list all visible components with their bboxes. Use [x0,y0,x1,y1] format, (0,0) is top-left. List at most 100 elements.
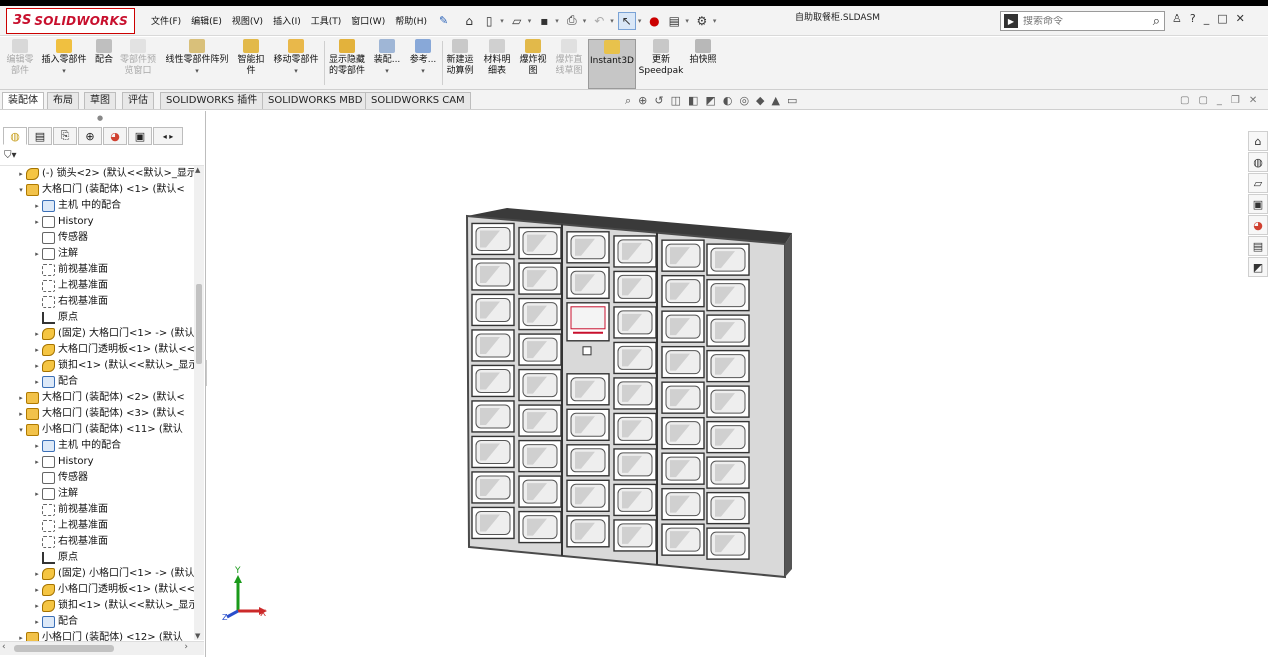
select-dropdown-icon[interactable]: ▾ [638,17,642,25]
edit-component-button[interactable]: 编辑零 部件 [4,39,36,89]
assembly-features-dropdown-icon[interactable]: ▾ [385,66,389,77]
explode-line-sketch-button[interactable]: 爆炸直 线草图 [552,39,586,89]
viewport-minimize-icon[interactable]: _ [1217,95,1222,106]
tree-item[interactable]: ▾ 大格口门 (装配体) <1> (默认< [16,182,185,198]
cabinet-model[interactable]: Y X Z [207,111,1268,657]
tab-layout[interactable]: 布局 [47,92,79,109]
select-cursor-icon[interactable]: ↖ [617,11,636,30]
tab-mbd[interactable]: SOLIDWORKS MBD [262,92,369,109]
tree-item[interactable]: 前视基准面 [32,502,108,518]
previous-view-icon[interactable]: ↺ [654,94,663,108]
minimize-icon[interactable]: _ [1204,12,1210,25]
tree-item[interactable]: 右视基准面 [32,534,108,550]
new-file-icon[interactable]: ▯ [480,12,498,30]
expand-arrow-icon[interactable]: ▸ [32,614,42,630]
move-component-button[interactable]: 移动零部件 ▾ [270,39,322,89]
tree-item[interactable]: 上视基准面 [32,278,108,294]
exploded-view-button[interactable]: 爆炸视 图 [517,39,549,89]
zoom-to-fit-icon[interactable]: ⌕ [625,94,631,108]
account-icon[interactable]: ♙ [1172,12,1182,25]
tree-item[interactable]: ▸ (固定) 大格口门<1> -> (默认 [32,326,194,342]
tree-item[interactable]: ▾ 小格口门 (装配体) <11> (默认 [16,422,183,438]
show-hidden-components-button[interactable]: 显示隐藏 的零部件 [326,39,368,89]
viewport-restore-icon[interactable]: ❐ [1231,95,1240,106]
print-icon[interactable]: ⎙ [563,12,581,30]
view-settings-icon[interactable]: ▭ [787,94,797,108]
tree-item[interactable]: ▸ 配合 [32,374,78,390]
file-explorer-icon[interactable]: ▱ [1248,173,1268,193]
solidworks-logo[interactable]: 3S SOLIDWORKS [6,7,135,34]
tree-filter-row[interactable]: ⛉▾ [0,148,204,166]
collapse-arrow-icon[interactable]: ▾ [16,182,26,198]
display-style-icon[interactable]: ◐ [723,94,733,108]
expand-arrow-icon[interactable]: ▸ [16,406,26,422]
pin-icon[interactable]: ✎ [439,14,448,27]
tree-item[interactable]: ▸ 锁扣<1> (默认<<默认>_显示 [32,358,198,374]
close-icon[interactable]: ✕ [1236,12,1245,25]
expand-arrow-icon[interactable]: ▸ [32,582,42,598]
tab-addins[interactable]: SOLIDWORKS 插件 [160,92,264,109]
linear-pattern-button[interactable]: 线性零部件阵列 ▾ [162,39,232,89]
menu-file[interactable]: 文件(F) [151,14,181,27]
solidworks-resources-icon[interactable]: ⌂ [1248,131,1268,151]
viewport-tile-icon[interactable]: ▢ [1180,95,1189,106]
tree-vertical-scrollbar[interactable]: ▲ ▼ [194,166,204,640]
expand-arrow-icon[interactable]: ▸ [32,198,42,214]
graphics-area[interactable]: Y X Z [207,111,1268,657]
tree-item[interactable]: 右视基准面 [32,294,108,310]
component-preview-button[interactable]: 零部件预 览窗口 [118,39,158,89]
print-dropdown-icon[interactable]: ▾ [583,17,587,25]
scene-icon[interactable]: ▲ [772,94,780,108]
tree-item[interactable]: ▸ 大格口门 (装配体) <2> (默认< [16,390,185,406]
tree-item[interactable]: ▸ 注解 [32,246,78,262]
propertymanager-tab-icon[interactable]: ▤ [28,127,52,145]
traffic-light-icon[interactable]: ● [645,12,663,30]
hscroll-thumb[interactable] [14,645,114,652]
new-motion-study-button[interactable]: 新建运 动算例 [444,39,476,89]
viewport-split-icon[interactable]: ▢ [1198,95,1207,106]
scroll-left-icon[interactable]: ‹ [2,642,6,652]
bill-of-materials-button[interactable]: 材料明 细表 [480,39,514,89]
reference-geometry-dropdown-icon[interactable]: ▾ [421,66,425,77]
insert-component-dropdown-icon[interactable]: ▾ [62,66,66,77]
view-orientation-icon[interactable]: ◩ [705,94,715,108]
dynamic-annotation-icon[interactable]: ◧ [688,94,698,108]
help-icon[interactable]: ? [1190,12,1196,25]
expand-arrow-icon[interactable]: ▸ [32,358,42,374]
tree-item[interactable]: ▸ (-) 锁头<2> (默认<<默认>_显示 [16,166,197,182]
tree-item[interactable]: ▸ 注解 [32,486,78,502]
tree-item[interactable]: ▸ (固定) 小格口门<1> -> (默认 [32,566,194,582]
menu-edit[interactable]: 编辑(E) [191,14,222,27]
filter-icon[interactable]: ⛉▾ [4,150,17,161]
viewport-close-icon[interactable]: ✕ [1249,95,1257,106]
appearances-icon[interactable]: ◕ [1248,215,1268,235]
tree-item[interactable]: 传感器 [32,230,88,246]
mate-button[interactable]: 配合 [92,39,116,89]
tree-item[interactable]: ▸ 主机 中的配合 [32,438,121,454]
search-icon[interactable]: ⌕ [1153,14,1160,29]
insert-component-button[interactable]: 插入零部件 ▾ [38,39,90,89]
expand-arrow-icon[interactable]: ▸ [32,326,42,342]
forum-icon[interactable]: ◩ [1248,257,1268,277]
menu-window[interactable]: 窗口(W) [351,14,385,27]
maximize-icon[interactable]: □ [1217,12,1227,25]
save-icon[interactable]: ▪ [535,12,553,30]
tree-item[interactable]: ▸ 大格口门透明板<1> (默认<< [32,342,195,358]
design-library-icon[interactable]: ◍ [1248,152,1268,172]
panel-splitter-icon[interactable]: ● [97,114,103,122]
tree-item[interactable]: ▸ 锁扣<1> (默认<<默认>_显示 [32,598,198,614]
scroll-thumb[interactable] [196,284,202,364]
more-tabs-icon[interactable]: ◂ ▸ [153,127,183,145]
tree-item[interactable]: ▸ 主机 中的配合 [32,198,121,214]
custom-properties-icon[interactable]: ▤ [1248,236,1268,256]
featuremanager-tab-icon[interactable]: ◍ [3,127,27,145]
assembly-features-button[interactable]: 装配... ▾ [372,39,402,89]
collapse-arrow-icon[interactable]: ▾ [16,422,26,438]
expand-arrow-icon[interactable]: ▸ [32,374,42,390]
menu-help[interactable]: 帮助(H) [395,14,427,27]
expand-arrow-icon[interactable]: ▸ [32,566,42,582]
tree-item[interactable]: ▸ 小格口门透明板<1> (默认<< [32,582,195,598]
home-icon[interactable]: ⌂ [460,12,478,30]
tree-item[interactable]: 传感器 [32,470,88,486]
expand-arrow-icon[interactable]: ▸ [16,390,26,406]
